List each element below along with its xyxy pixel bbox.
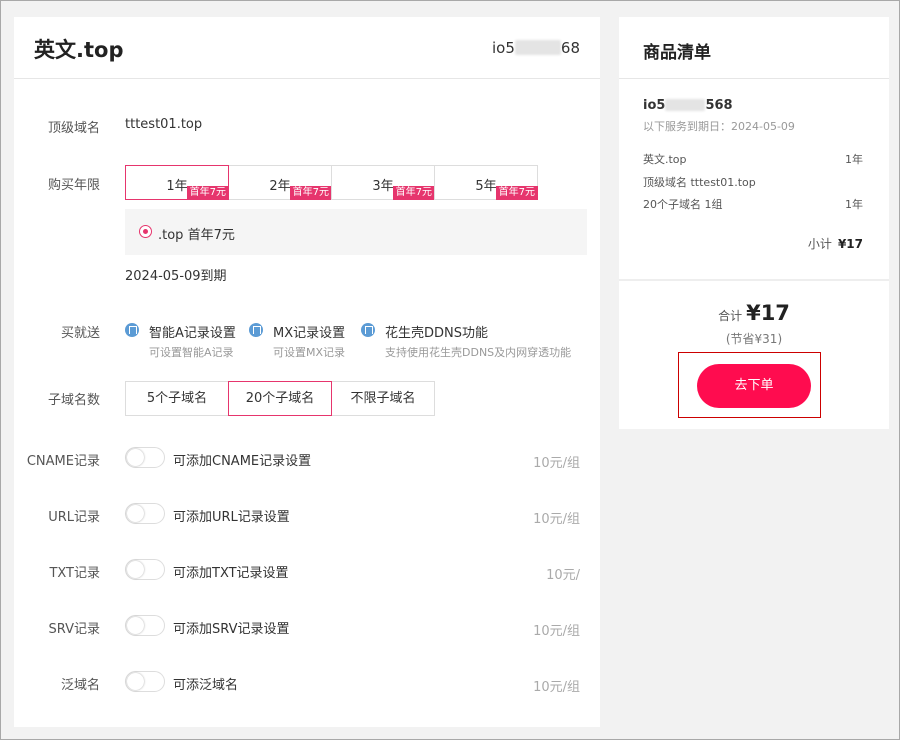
year-option-5[interactable]: 5年 首年7元 — [434, 165, 538, 200]
wildcard-toggle[interactable] — [125, 671, 165, 692]
product-config-panel: 英文.top io5 68 顶级域名 tttest01.top 购买年限 1年 首… — [14, 17, 600, 727]
price-option-box: .top 首年7元 — [125, 209, 587, 255]
redacted-mask — [665, 99, 706, 111]
subdomain-count-label: 子域名数 — [47, 393, 100, 408]
first-year-price-badge: 首年7元 — [392, 186, 435, 200]
subdomain-option-5[interactable]: 5个子域名 — [125, 381, 229, 416]
subtotal-value: ¥17 — [837, 237, 863, 251]
txt-toggle[interactable] — [125, 559, 165, 580]
gift-title: 智能A记录设置 — [149, 326, 236, 341]
year-option-2[interactable]: 2年 首年7元 — [228, 165, 332, 200]
account-id: io5 68 — [492, 39, 580, 57]
srv-toggle[interactable] — [125, 615, 165, 636]
srv-unit-price: 10元/组 — [533, 624, 580, 639]
summary-item-name: 英文.top — [643, 153, 687, 166]
total-value: ¥17 — [746, 301, 790, 325]
first-year-price-badge: 首年7元 — [289, 186, 332, 200]
bookmark-icon — [361, 323, 375, 337]
year-option-1[interactable]: 1年 首年7元 — [125, 165, 229, 200]
summary-item-name: 20个子域名 1组 — [643, 198, 723, 211]
account-id-prefix: io5 — [643, 98, 666, 113]
year-selector: 1年 首年7元 2年 首年7元 3年 首年7元 5年 首年7元 — [125, 165, 538, 200]
summary-item-name: 顶级域名 tttest01.top — [643, 176, 756, 189]
summary-divider — [619, 279, 889, 281]
summary-title: 商品清单 — [643, 43, 711, 63]
txt-label: TXT记录 — [49, 566, 100, 581]
cname-toggle-text: 可添加CNAME记录设置 — [173, 454, 312, 469]
gift-description: 可设置智能A记录 — [149, 346, 234, 359]
total-label: 合计 — [718, 309, 743, 323]
cname-toggle[interactable] — [125, 447, 165, 468]
summary-item: 20个子域名 1组 1年 — [643, 196, 863, 212]
url-unit-price: 10元/组 — [533, 512, 580, 527]
url-toggle-text: 可添加URL记录设置 — [173, 510, 290, 525]
year-option-3[interactable]: 3年 首年7元 — [331, 165, 435, 200]
gift-title: MX记录设置 — [273, 326, 346, 341]
purchase-period-label: 购买年限 — [47, 178, 100, 193]
cname-unit-price: 10元/组 — [533, 456, 580, 471]
summary-item: 顶级域名 tttest01.top — [643, 174, 863, 190]
summary-header: 商品清单 — [619, 17, 889, 79]
summary-account-id: io5 568 — [643, 98, 733, 113]
bookmark-icon — [249, 323, 263, 337]
gift-title: 花生壳DDNS功能 — [385, 326, 488, 341]
gift-description: 可设置MX记录 — [273, 346, 346, 359]
radio-selected-icon[interactable] — [139, 225, 152, 238]
order-summary-panel: 商品清单 io5 568 以下服务到期日：2024-05-09 英文.top 1年… — [619, 17, 889, 429]
txt-unit-price: 10元/ — [546, 568, 580, 583]
top-domain-value: tttest01.top — [125, 117, 203, 132]
gift-label: 买就送 — [60, 326, 100, 341]
panel-header: 英文.top io5 68 — [14, 17, 600, 79]
account-id-prefix: io5 — [492, 39, 515, 57]
url-label: URL记录 — [48, 510, 100, 525]
subdomain-option-20[interactable]: 20个子域名 — [228, 381, 332, 416]
subtotal: 小计 ¥17 — [808, 235, 863, 252]
place-order-button[interactable]: 去下单 — [697, 364, 811, 408]
cname-label: CNAME记录 — [26, 454, 100, 469]
wildcard-toggle-text: 可添泛域名 — [173, 678, 239, 693]
page-title: 英文.top — [34, 38, 124, 62]
first-year-price-badge: 首年7元 — [495, 186, 538, 200]
service-expiry-note: 以下服务到期日：2024-05-09 — [643, 120, 795, 133]
subdomain-option-unlimited[interactable]: 不限子域名 — [331, 381, 435, 416]
srv-toggle-text: 可添加SRV记录设置 — [173, 622, 290, 637]
savings-text: (节省¥31) — [725, 332, 783, 346]
summary-item: 英文.top 1年 — [643, 151, 863, 167]
account-id-suffix: 568 — [705, 98, 733, 113]
expiry-date: 2024-05-09到期 — [125, 269, 227, 284]
bookmark-icon — [125, 323, 139, 337]
first-year-price-badge: 首年7元 — [186, 186, 229, 200]
srv-label: SRV记录 — [48, 622, 100, 637]
account-id-suffix: 68 — [560, 39, 580, 57]
wildcard-unit-price: 10元/组 — [533, 680, 580, 695]
txt-toggle-text: 可添加TXT记录设置 — [173, 566, 289, 581]
summary-item-qty: 1年 — [845, 198, 863, 211]
order-button-highlight: 去下单 — [678, 352, 821, 418]
summary-item-qty: 1年 — [845, 153, 863, 166]
subtotal-label: 小计 — [807, 237, 832, 251]
subdomain-selector: 5个子域名 20个子域名 不限子域名 — [125, 381, 435, 416]
price-option-label: .top 首年7元 — [158, 228, 235, 243]
top-domain-label: 顶级域名 — [47, 121, 100, 136]
gift-description: 支持使用花生壳DDNS及内网穿透功能 — [385, 346, 572, 359]
redacted-mask — [514, 40, 561, 55]
url-toggle[interactable] — [125, 503, 165, 524]
wildcard-label: 泛域名 — [60, 678, 100, 693]
total-row: 合计 ¥17 — [619, 301, 889, 325]
